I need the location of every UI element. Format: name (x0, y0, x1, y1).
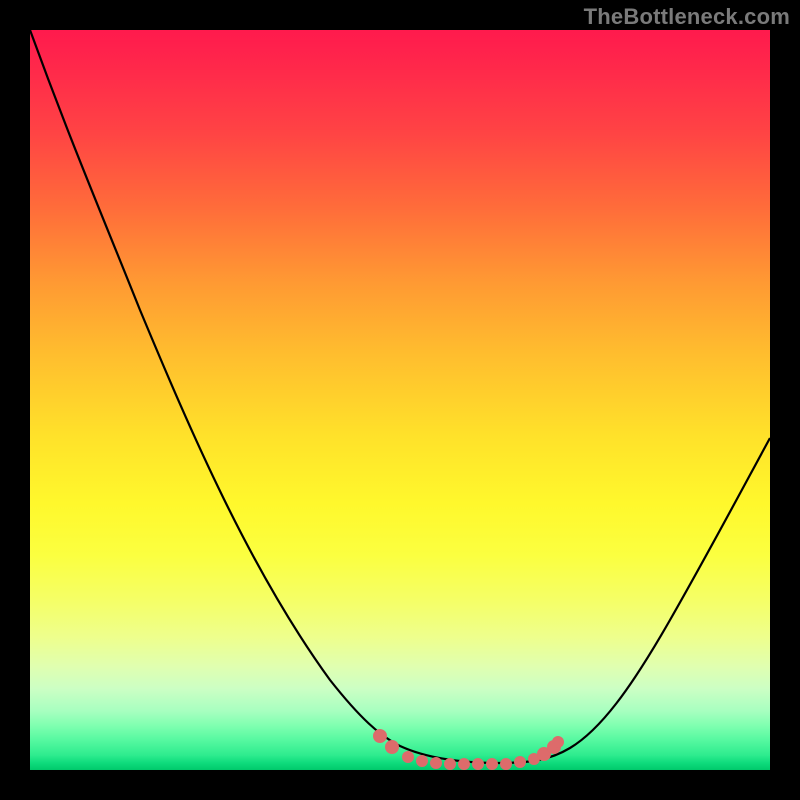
curve-path (30, 30, 770, 763)
flat-region-points (373, 729, 564, 770)
watermark-text: TheBottleneck.com (584, 4, 790, 30)
chart-frame: TheBottleneck.com (0, 0, 800, 800)
bottleneck-curve (30, 30, 770, 770)
